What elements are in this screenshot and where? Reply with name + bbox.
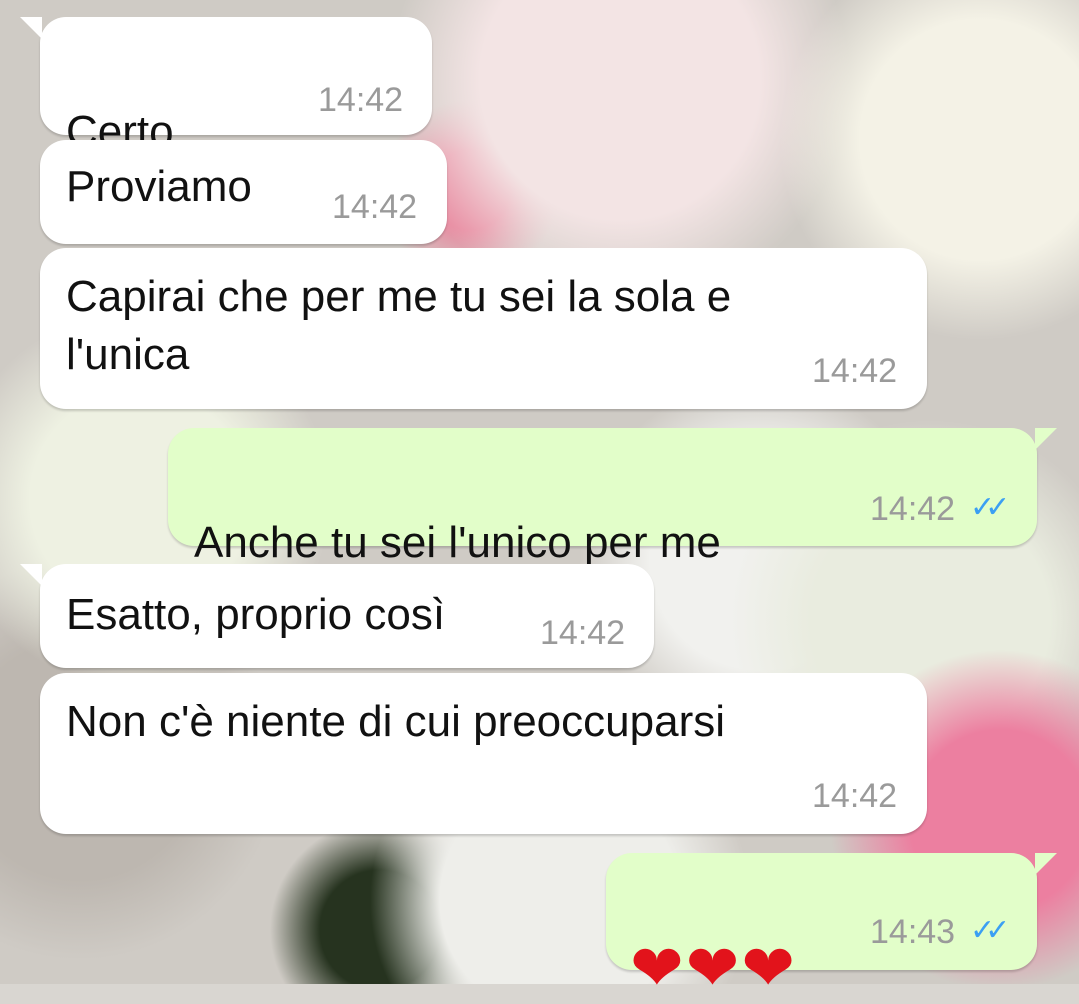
message-time: 14:43: [870, 913, 956, 951]
message-text: Esatto, proprio così: [66, 590, 446, 639]
message-time: 14:42: [318, 81, 404, 119]
double-check-icon: ✓✓: [970, 914, 1010, 947]
message-time: 14:42: [812, 777, 898, 815]
message-text: Non c'è niente di cui preoccuparsi: [66, 697, 725, 746]
message-text: ❤❤❤: [630, 879, 797, 1004]
incoming-message[interactable]: Certo ❤ 14:42: [20, 17, 432, 224]
incoming-message[interactable]: Esatto, proprio così 14:42: [20, 564, 654, 668]
incoming-message[interactable]: Non c'è niente di cui preoccuparsi 14:42: [40, 673, 927, 834]
message-time: 14:42: [332, 188, 418, 226]
message-time: 14:42: [540, 614, 626, 652]
double-check-icon: ✓✓: [970, 491, 1010, 524]
outgoing-message[interactable]: Anche tu sei l'unico per me ❤ 14:42 ✓✓: [168, 428, 1057, 635]
incoming-message[interactable]: Capirai che per me tu sei la sola e l'un…: [40, 248, 927, 409]
incoming-message[interactable]: Proviamo 14:42: [40, 140, 447, 244]
message-time: 14:42: [870, 490, 956, 528]
heart-emoji: ❤❤❤: [630, 932, 797, 1004]
message-text: Proviamo: [66, 162, 252, 211]
outgoing-message[interactable]: ❤❤❤ 14:43 ✓✓: [606, 853, 1057, 1000]
message-text: Capirai che per me tu sei la sola e l'un…: [66, 272, 732, 379]
message-time: 14:42: [812, 352, 898, 390]
